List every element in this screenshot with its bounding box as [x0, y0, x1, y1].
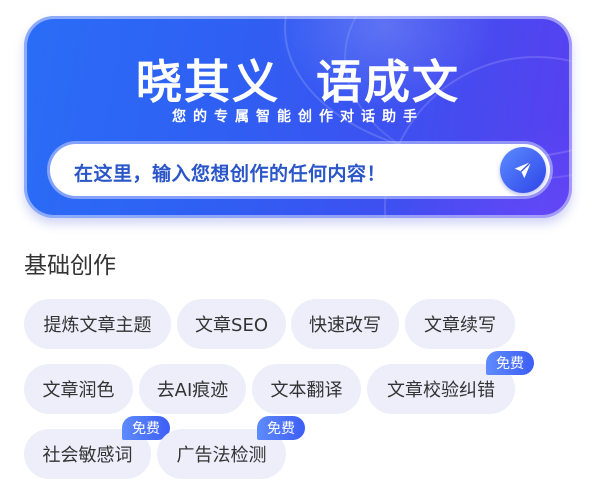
chip-extract-theme[interactable]: 提炼文章主题: [24, 299, 171, 349]
chip-label: 广告法检测: [176, 445, 267, 466]
chip-label: 文章SEO: [195, 315, 268, 336]
chip-label: 文章续写: [424, 315, 496, 336]
chip-label: 文本翻译: [270, 380, 343, 401]
chip-label: 去AI痕迹: [156, 380, 229, 401]
free-badge: 免费: [257, 416, 305, 440]
chip-continue-writing[interactable]: 文章续写: [405, 299, 515, 349]
send-button[interactable]: [500, 147, 546, 193]
prompt-input-placeholder: 在这里，输入您想创作的任何内容！: [74, 163, 387, 185]
chip-article-seo[interactable]: 文章SEO: [177, 299, 286, 349]
free-badge: 免费: [486, 351, 534, 375]
hero-subtitle: 您的专属智能创作对话助手: [172, 109, 424, 125]
chip-quick-rewrite[interactable]: 快速改写: [291, 299, 399, 349]
chip-polish[interactable]: 文章润色: [24, 364, 133, 414]
chip-label: 快速改写: [309, 315, 381, 336]
paper-plane-icon: [514, 161, 532, 179]
section-title: 基础创作: [24, 253, 116, 279]
chip-remove-ai-trace[interactable]: 去AI痕迹: [139, 364, 246, 414]
page: 晓其义 语成文 您的专属智能创作对话助手 在这里，输入您想创作的任何内容！ 基础…: [0, 0, 600, 500]
chip-label: 文章润色: [42, 380, 115, 401]
chip-label: 文章校验纠错: [387, 380, 495, 401]
hero-title: 晓其义 语成文: [135, 55, 461, 109]
chip-label: 提炼文章主题: [43, 315, 152, 336]
prompt-input[interactable]: 在这里，输入您想创作的任何内容！: [50, 144, 550, 196]
chip-label: 社会敏感词: [42, 445, 133, 466]
chip-translate[interactable]: 文本翻译: [252, 364, 361, 414]
